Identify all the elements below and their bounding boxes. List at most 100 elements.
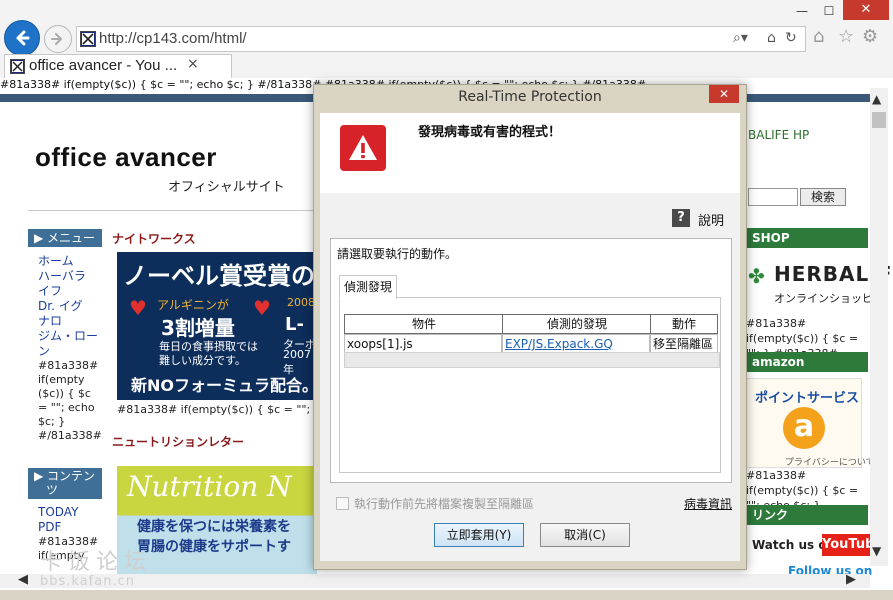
status-bar <box>0 590 893 600</box>
scroll-down-icon[interactable]: ▼ <box>872 544 881 558</box>
detections-table: 物件 偵測的發現 動作 xoops[1].js EXP/JS.Expack.GQ… <box>344 314 720 368</box>
address-bar[interactable]: http://cp143.com/html/ ⌕▾ ⌂ ↻ <box>76 26 806 52</box>
banner-php-text: #81a338# if(empty($c)) { $c = ""; echo <box>117 403 313 416</box>
help-link[interactable]: 說明 <box>698 210 724 229</box>
menu-php-text: = ""; echo <box>38 401 95 414</box>
menu-item-jim-rohn[interactable]: ジム・ロー <box>38 329 102 344</box>
menu-item-herbalife-cont[interactable]: イフ <box>38 284 102 299</box>
banner-subtitle: アルギニンが <box>157 298 229 312</box>
dialog-title: Real-Time Protection <box>458 89 602 105</box>
menu-php-text: $c; } <box>38 415 66 428</box>
banner-highlight: 3割増量 <box>161 316 235 340</box>
window-close-button[interactable]: ✕ <box>843 0 889 20</box>
star-icon[interactable]: ☆ <box>838 26 854 47</box>
detections-panel: 物件 偵測的發現 動作 xoops[1].js EXP/JS.Expack.GQ… <box>339 297 721 473</box>
menu-item-jim-rohn-cont[interactable]: ン <box>38 344 102 359</box>
forward-arrow-icon <box>51 33 62 45</box>
search-button[interactable]: 検索 <box>800 188 846 206</box>
home-icon[interactable]: ⌂ <box>813 26 824 47</box>
refresh-icon[interactable]: ↻ <box>785 30 797 46</box>
column-header-object[interactable]: 物件 <box>344 314 504 334</box>
site-logo[interactable]: office avancer <box>35 142 217 173</box>
contents-heading-label: ▶ コンテン <box>34 469 96 483</box>
compat-view-icon[interactable]: ⌂ <box>767 30 776 46</box>
url-text[interactable]: http://cp143.com/html/ <box>99 30 247 47</box>
dialog-heading: 發現病毒或有害的程式！ <box>418 125 562 140</box>
dialog-header: 發現病毒或有害的程式！ <box>320 113 740 193</box>
apply-now-button[interactable]: 立即套用(Y) <box>434 523 524 547</box>
nightworks-heading[interactable]: ナイトワークス <box>112 230 196 247</box>
banner-bottom-text: 新NOフォーミュラ配合。12月 <box>131 376 317 395</box>
search-input[interactable] <box>748 188 798 206</box>
scroll-right-icon[interactable]: ▶ <box>846 572 856 587</box>
newsletter-heading[interactable]: ニュートリションレター <box>112 433 244 450</box>
table-empty-row <box>344 352 720 368</box>
browser-tab[interactable]: office avancer - You ... × <box>4 54 232 78</box>
divider <box>28 210 318 211</box>
column-header-detection[interactable]: 偵測的發現 <box>502 314 652 334</box>
contents-item-today[interactable]: TODAY <box>38 505 98 520</box>
scroll-up-icon[interactable]: ▲ <box>872 92 881 106</box>
dialog-body: ? 說明 請選取要執行的動作。 偵測發現 物件 偵測的發現 動作 xoops[1… <box>320 193 740 561</box>
banner-line: 健康を保つには栄養素を <box>137 519 291 535</box>
nobel-banner[interactable]: ノーベル賞受賞の ♥ ♥ アルギニンが 3割増量 毎日の食事摂取では 難しい成分… <box>117 252 317 400</box>
vertical-scrollbar[interactable] <box>870 88 888 566</box>
table-row-object[interactable]: xoops[1].js <box>344 334 502 354</box>
herbalife-hp-link[interactable]: BALIFE HP <box>748 128 809 142</box>
menu-php-text: #/81a338# <box>38 429 102 442</box>
tab-detections[interactable]: 偵測發現 <box>339 275 397 299</box>
help-icon[interactable]: ? <box>672 209 690 227</box>
banner-title: ノーベル賞受賞の <box>123 262 315 290</box>
minimize-button[interactable]: — <box>792 2 812 20</box>
menu-php-text: if(empty <box>38 373 85 386</box>
menu-php-text: #81a338# <box>38 359 99 372</box>
column-header-action[interactable]: 動作 <box>650 314 718 334</box>
forward-button[interactable] <box>44 25 72 53</box>
herbalife-subtitle: オンラインショッピン <box>774 292 884 305</box>
link-heading: リンク <box>744 505 868 525</box>
action-groupbox: 請選取要執行的動作。 偵測發現 物件 偵測的發現 動作 xoops[1].js … <box>330 238 732 483</box>
copy-to-quarantine-checkbox[interactable] <box>336 497 349 510</box>
amazon-privacy-link[interactable]: プライバシーについて <box>785 455 875 468</box>
tab-close-button[interactable]: × <box>187 56 199 72</box>
heart-icon: ♥ <box>129 296 147 320</box>
menu-item-home[interactable]: ホーム <box>38 254 102 269</box>
banner-note: 2008 <box>287 296 315 309</box>
virus-info-link[interactable]: 病毒資訊 <box>684 495 732 512</box>
back-arrow-icon <box>16 30 30 46</box>
browser-toolbar: http://cp143.com/html/ ⌕▾ ⌂ ↻ ⌂ ☆ ⚙ — ☐ … <box>0 0 893 78</box>
menu-item-dr-ignarro[interactable]: Dr. イグ <box>38 299 102 314</box>
menu-heading: ▶ メニュー <box>28 229 102 247</box>
link-heading-label: リンク <box>752 508 789 522</box>
shop-heading: SHOP <box>744 228 868 248</box>
heart-icon: ♥ <box>253 296 271 320</box>
forum-watermark: 卡饭论坛 <box>40 550 153 575</box>
herbalife-leaf-icon: ✤ <box>748 264 765 288</box>
amazon-heading-label: amazon <box>752 355 805 369</box>
amazon-heading: amazon <box>744 352 868 372</box>
menu-php-text: ($c)) { $c <box>38 387 91 400</box>
youtube-logo[interactable]: YouTube <box>822 534 883 556</box>
shop-heading-label: SHOP <box>752 231 790 245</box>
table-row-action[interactable]: 移至隔離區 <box>650 334 718 354</box>
dialog-close-button[interactable]: ✕ <box>709 85 739 103</box>
back-button[interactable] <box>4 20 40 56</box>
warning-icon <box>340 125 386 171</box>
tab-favicon-icon <box>10 59 25 74</box>
scroll-thumb[interactable] <box>872 112 886 128</box>
maximize-button[interactable]: ☐ <box>818 2 840 20</box>
amazon-point-banner[interactable]: ポイントサービス a プライバシーについて <box>746 378 875 468</box>
gear-icon[interactable]: ⚙ <box>862 26 878 47</box>
menu-item-herbalife[interactable]: ハーバラ <box>38 269 102 284</box>
scroll-left-icon[interactable]: ◀ <box>18 572 28 587</box>
banner-note: L- <box>285 314 304 335</box>
search-icon[interactable]: ⌕▾ <box>733 30 748 46</box>
menu-item-dr-ignarro-cont[interactable]: ナロ <box>38 314 102 329</box>
cancel-button[interactable]: 取消(C) <box>540 523 630 547</box>
banner-note: 難しい成分です。 <box>159 354 246 367</box>
choose-action-label: 請選取要執行的動作。 <box>337 247 458 261</box>
detection-link[interactable]: EXP/JS.Expack.GQ <box>502 334 650 354</box>
contents-item-pdf[interactable]: PDF <box>38 520 98 535</box>
amazon-title: ポイントサービス <box>755 391 860 406</box>
menu-list: ホーム ハーバラ イフ Dr. イグ ナロ ジム・ロー ン #81a338# i… <box>38 254 102 443</box>
